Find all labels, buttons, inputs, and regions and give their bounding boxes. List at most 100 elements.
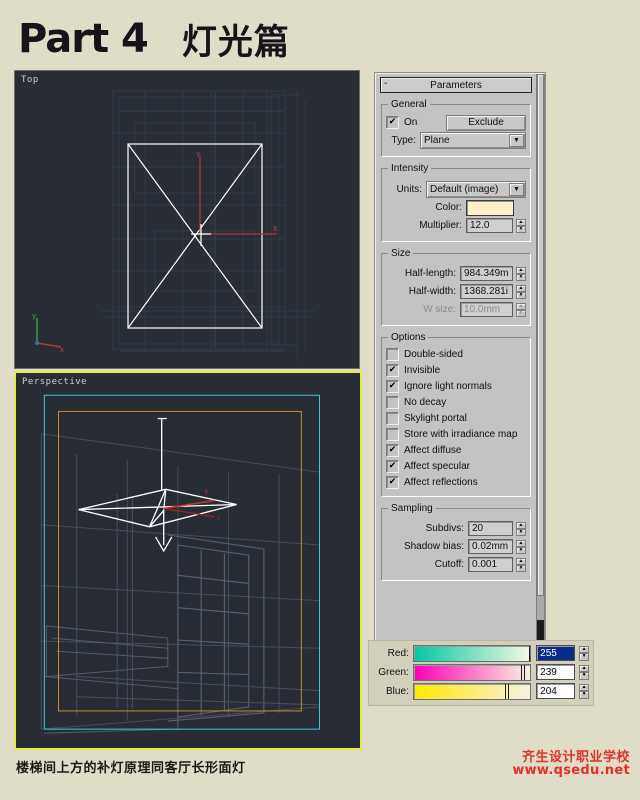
multiplier-label: Multiplier: [419,220,462,231]
blue-spinner[interactable]: ▲ ▼ [579,683,589,699]
cutoff-spinner[interactable]: ▲ ▼ [516,557,526,572]
watermark-school-name: 齐生设计职业学校 [521,749,630,764]
units-dropdown-value: Default (image) [430,184,499,195]
panel-scrollbar-thumb[interactable] [537,74,544,596]
cutoff-value: 0.001 [472,559,498,570]
ignore-light-normals-checkbox[interactable] [386,379,399,393]
affect-diffuse-checkbox[interactable] [386,443,399,457]
double-sided-checkbox[interactable] [386,347,399,361]
cutoff-label: Cutoff: [434,559,464,570]
blue-value-input[interactable]: 204 [536,683,576,699]
affect-specular-checkbox[interactable] [386,459,399,473]
rollout-header-parameters[interactable]: - Parameters [380,77,532,93]
on-label: On [404,117,418,128]
rgb-row-red: Red: 255 ▲ ▼ [373,644,589,662]
green-value: 239 [540,666,557,678]
subdivs-input[interactable]: 20 [468,521,513,536]
group-size: Size Half-length: 984.349m ▲ ▼ Half-width… [381,248,531,326]
watermark-url: www.qsedu.net [512,762,630,778]
viewport-perspective-scene: Y X [16,373,360,748]
blue-label: Blue: [386,685,409,697]
color-label: Color: [435,202,462,213]
group-intensity-legend: Intensity [391,163,429,174]
affect-reflections-label: Affect reflections [404,476,478,488]
units-dropdown[interactable]: Default (image) ▼ [426,181,526,198]
panel-scrollbar-track-end[interactable] [537,620,544,642]
subdivs-value: 20 [472,523,484,534]
green-slider[interactable] [412,663,532,681]
store-with-irradiance-map-checkbox[interactable] [386,427,399,441]
shadow-bias-spinner[interactable]: ▲ ▼ [516,539,526,554]
green-slider-handle[interactable] [520,664,522,680]
half-length-input[interactable]: 984.349m [460,266,513,281]
exclude-button-label: Exclude [468,117,504,128]
viewport-top-label: Top [21,75,39,85]
watermark: 齐生设计职业学校 www.qsedu.net [512,750,630,777]
rgb-row-green: Green: 239 ▲ ▼ [373,663,589,681]
page-title: Part 4 灯光篇 [18,14,438,64]
blue-slider-handle-edge[interactable] [508,683,510,699]
red-value: 255 [540,647,557,659]
panel-scrollbar[interactable] [536,74,544,642]
skylight-portal-label: Skylight portal [404,412,467,424]
group-options-legend: Options [391,332,426,343]
cutoff-input[interactable]: 0.001 [468,557,513,572]
blue-slider-handle[interactable] [504,683,506,699]
red-slider[interactable] [412,644,532,662]
rgb-row-blue: Blue: 204 ▲ ▼ [373,682,589,700]
viewport-perspective[interactable]: Y X Perspective [14,371,362,750]
group-general: General On Exclude Type: Plane ▼ [381,99,531,157]
color-rgb-sliders: Red: 255 ▲ ▼ Green: 239 ▲ ▼ Blue: 204 ▲ ▼ [368,640,594,706]
on-checkbox[interactable] [386,116,399,129]
red-spinner[interactable]: ▲ ▼ [579,645,589,661]
units-label: Units: [396,184,422,195]
invisible-label: Invisible [404,364,441,376]
blue-slider[interactable] [412,682,532,700]
invisible-checkbox[interactable] [386,363,399,377]
viewport-top[interactable]: Y X y x Top [14,70,360,369]
page-title-en: Part 4 [18,16,149,62]
w-size-spinner: ▲ ▼ [516,302,526,317]
chevron-down-icon[interactable]: ▼ [509,134,524,147]
multiplier-input[interactable]: 12.0 [466,218,513,233]
half-length-label: Half-length: [404,268,456,279]
rollout-collapse-icon[interactable]: - [384,79,387,89]
no-decay-checkbox[interactable] [386,395,399,409]
green-spinner[interactable]: ▲ ▼ [579,664,589,680]
half-length-spinner[interactable]: ▲ ▼ [516,266,526,281]
half-width-spinner[interactable]: ▲ ▼ [516,284,526,299]
subdivs-spinner[interactable]: ▲ ▼ [516,521,526,536]
group-sampling: Sampling Subdivs: 20 ▲ ▼ Shadow bias: 0.0… [381,503,531,581]
viewport-perspective-label: Perspective [22,377,88,387]
group-general-legend: General [391,99,427,110]
store-with-irradiance-map-label: Store with irradiance map [404,428,518,440]
type-dropdown[interactable]: Plane ▼ [420,132,526,149]
svg-text:Y: Y [204,487,209,496]
shadow-bias-input[interactable]: 0.02mm [468,539,513,554]
exclude-button[interactable]: Exclude [446,114,526,131]
rollout-title: Parameters [430,79,482,91]
green-value-input[interactable]: 239 [536,664,576,680]
svg-text:x: x [60,346,64,354]
skylight-portal-checkbox[interactable] [386,411,399,425]
affect-reflections-checkbox[interactable] [386,475,399,489]
half-width-input[interactable]: 1368.281i [460,284,513,299]
chevron-down-icon[interactable]: ▼ [509,183,524,196]
half-length-value: 984.349m [464,268,509,279]
red-value-input[interactable]: 255 [536,645,576,661]
ignore-light-normals-label: Ignore light normals [404,380,492,392]
affect-diffuse-label: Affect diffuse [404,444,462,456]
green-slider-handle-edge[interactable] [524,664,526,680]
group-sampling-legend: Sampling [391,503,433,514]
red-slider-handle[interactable] [528,645,530,661]
group-size-legend: Size [391,248,411,259]
multiplier-value: 12.0 [470,220,490,231]
type-dropdown-value: Plane [424,135,450,146]
half-width-label: Half-width: [408,286,456,297]
light-color-swatch[interactable] [466,199,514,216]
no-decay-label: No decay [404,396,447,408]
w-size-value: 10.0mm [464,304,501,315]
multiplier-spinner[interactable]: ▲ ▼ [516,218,526,233]
blue-value: 204 [540,685,557,697]
svg-text:y: y [32,312,36,320]
